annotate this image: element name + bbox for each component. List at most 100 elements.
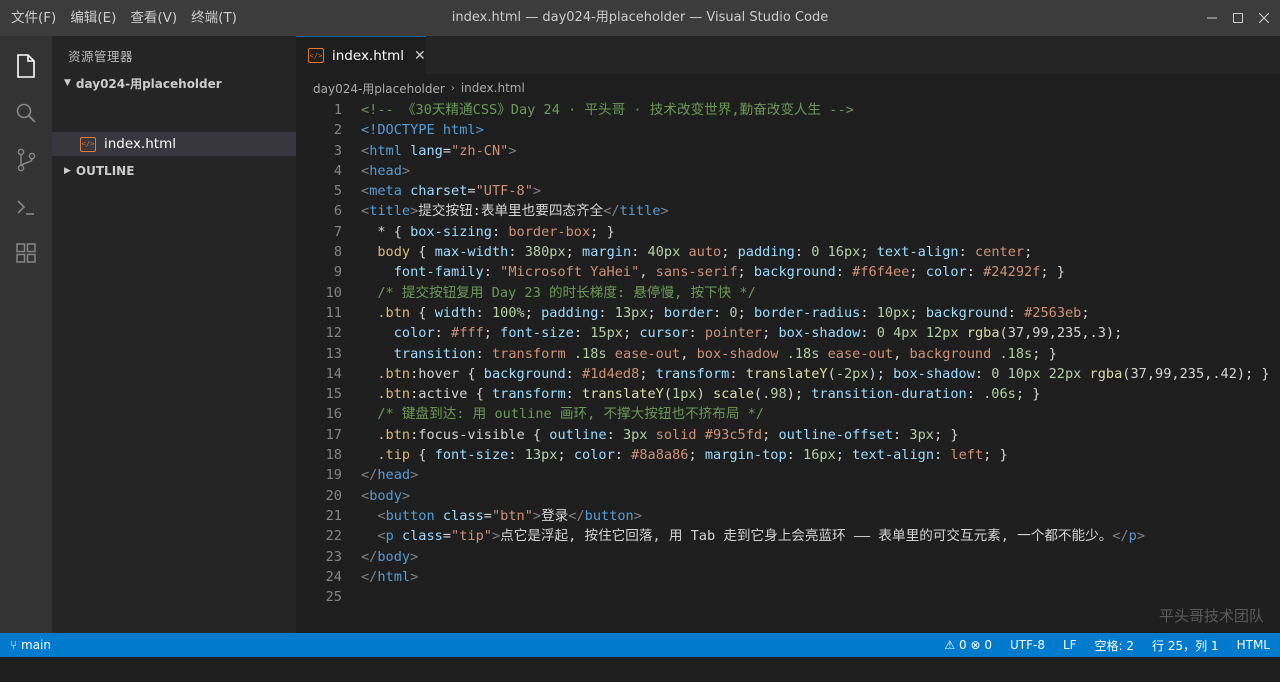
code-token: 3px [622,426,648,443]
line-content: * { box-sizing: border-box; } [361,222,614,242]
cursor-position-status[interactable]: 行 25，列 1 [1152,637,1219,654]
code-token: </ [361,568,378,585]
code-token: , [639,264,656,281]
code-line[interactable]: 9 font-family: "Microsoft YaHei", sans-s… [296,262,1280,282]
code-line[interactable]: 16 /* 键盘到达: 用 outline 画环, 不撑大按钮也不挤布局 */ [296,404,1280,424]
breadcrumb-file[interactable]: index.html [461,81,525,95]
code-token: : [688,325,705,342]
line-content: </head> [361,465,418,485]
indent-status[interactable]: 空格: 2 [1095,637,1135,654]
code-token: .btn [377,426,411,443]
line-number: 10 [325,284,342,301]
code-token: 13px [614,304,648,321]
code-token: .btn [377,365,411,382]
code-token: ; [524,304,542,321]
code-line[interactable]: 10 /* 提交按钮复用 Day 23 的时长梯度: 悬停慢, 按下快 */ [296,283,1280,303]
folder-row[interactable]: ▼ day024-用placeholder [52,72,296,94]
code-token: solid [655,426,697,443]
code-line[interactable]: 7 * { box-sizing: border-box; } [296,222,1280,242]
menu-view[interactable]: 查看(V) [123,0,184,36]
code-line[interactable]: 20 <body> [296,486,1280,506]
code-line[interactable]: 4 <head> [296,161,1280,181]
search-button[interactable] [0,90,52,136]
code-token: class [442,507,484,524]
code-line[interactable]: 21 <button class="btn">登录</button> [296,506,1280,526]
code-token: </ [568,507,585,524]
line-number: 4 [333,162,342,179]
outline-row[interactable]: ▶ OUTLINE [52,160,296,182]
code-token: .18s [786,345,820,362]
tab-bar: </> index.html ✕ [296,36,1280,74]
explorer-button[interactable] [0,43,52,89]
line-number: 7 [333,223,342,240]
code-line[interactable]: 18 .tip { font-size: 13px; color: #8a8a8… [296,445,1280,465]
code-line[interactable]: 24 </html> [296,567,1280,587]
close-icon[interactable]: ✕ [414,48,426,64]
code-token: margin-top [704,447,787,464]
code-line[interactable]: 5 <meta charset="UTF-8"> [296,181,1280,201]
code-token: < [377,528,386,545]
encoding-status[interactable]: UTF-8 [1010,638,1045,652]
branch-status[interactable]: ⑂ main [10,638,51,652]
code-token: #1d4ed8 [582,365,640,382]
code-token: .18s [999,345,1033,362]
code-line[interactable]: 22 <p class="tip">点它是浮起, 按住它回落, 用 Tab 走到… [296,526,1280,546]
code-line[interactable]: 6 <title>提交按钮:表单里也要四态齐全</title> [296,201,1280,221]
code-line[interactable]: 13 transition: transform .18s ease-out, … [296,344,1280,364]
code-token: scale [712,386,754,403]
code-token: = [467,183,476,200]
tab-index-html[interactable]: </> index.html ✕ [296,36,426,74]
line-number: 14 [325,365,342,382]
code-line[interactable]: 2 <!DOCTYPE html> [296,120,1280,140]
minimize-button[interactable] [1199,0,1225,36]
code-line[interactable]: 8 body { max-width: 380px; margin: 40px … [296,242,1280,262]
code-token: <!DOCTYPE html> [361,122,484,139]
code-line[interactable]: 25 [296,587,1280,607]
maximize-button[interactable] [1225,0,1251,36]
source-control-button[interactable] [0,137,52,183]
line-number: 15 [325,386,342,403]
branch-label: main [21,638,51,652]
code-token: : [598,304,615,321]
code-token: 40px [647,244,681,261]
menu-edit[interactable]: 编辑(E) [63,0,123,36]
problems-status[interactable]: ⚠ 0 ⊗ 0 [944,638,992,652]
warning-count: 0 [958,638,967,652]
code-line[interactable]: 12 color: #fff; font-size: 15px; cursor:… [296,323,1280,343]
code-line[interactable]: 14 .btn:hover { background: #1d4ed8; tra… [296,364,1280,384]
extensions-button[interactable] [0,230,52,276]
file-row-index-html[interactable]: </> index.html [52,132,296,156]
code-token: color [393,325,435,342]
code-line[interactable]: 17 .btn:focus-visible { outline: 3px sol… [296,425,1280,445]
outline-label: OUTLINE [75,164,135,178]
code-token: "tip" [451,528,492,545]
menu-terminal[interactable]: 终端(T) [184,0,244,36]
code-line[interactable]: 11 .btn { width: 100%; padding: 13px; bo… [296,303,1280,323]
breadcrumb-folder[interactable]: day024-用placeholder [313,80,445,97]
close-window-button[interactable] [1251,0,1277,36]
code-line[interactable]: 15 .btn:active { transform: translateY(1… [296,384,1280,404]
code-token: left [950,447,984,464]
code-line[interactable]: 23 </body> [296,547,1280,567]
code-token: (37,99,235,.3); [999,325,1123,342]
code-line[interactable]: 3 <html lang="zh-CN"> [296,141,1280,161]
code-line[interactable]: 1 <!-- 《30天精通CSS》Day 24 · 平头哥 · 技术改变世界,勤奋… [296,100,1280,120]
code-editor[interactable]: 1 <!-- 《30天精通CSS》Day 24 · 平头哥 · 技术改变世界,勤奋… [296,100,1280,607]
line-number: 19 [325,467,342,484]
minimize-icon [1207,17,1217,19]
code-token: class [401,528,443,545]
terminal-button[interactable] [0,184,52,230]
editor-area: </> index.html ✕ day024-用placeholder › i… [296,36,1280,633]
eol-status[interactable]: LF [1063,638,1077,652]
code-token: box-shadow [778,325,861,342]
code-token: font-size [500,325,574,342]
code-token: : [958,244,975,261]
code-token: : [565,365,583,382]
language-mode-status[interactable]: HTML [1237,638,1270,652]
menu-file[interactable]: 文件(F) [4,0,63,36]
code-token: border-radius [753,304,861,321]
code-line[interactable]: 19 </head> [296,465,1280,485]
